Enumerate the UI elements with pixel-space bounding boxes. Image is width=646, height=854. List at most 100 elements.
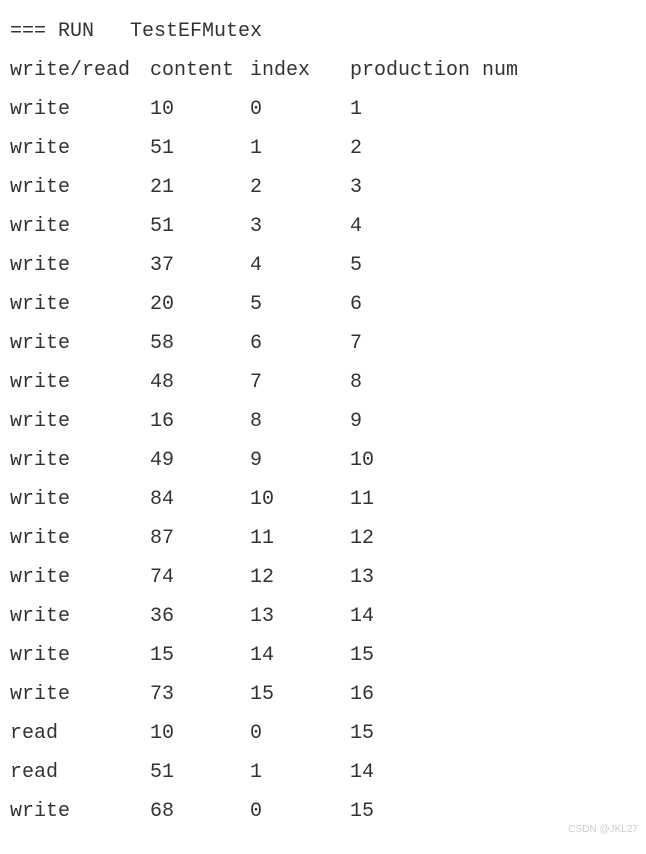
header-prod: production num <box>350 51 636 90</box>
cell-op: write <box>10 480 150 519</box>
table-row: write871112 <box>10 519 636 558</box>
table-row: write2056 <box>10 285 636 324</box>
cell-op: write <box>10 636 150 675</box>
cell-index: 6 <box>250 324 350 363</box>
cell-index: 2 <box>250 168 350 207</box>
table-row: write361314 <box>10 597 636 636</box>
cell-op: write <box>10 558 150 597</box>
cell-prod: 9 <box>350 402 636 441</box>
table-row: write741213 <box>10 558 636 597</box>
cell-content: 36 <box>150 597 250 636</box>
cell-index: 8 <box>250 402 350 441</box>
cell-index: 15 <box>250 675 350 714</box>
cell-content: 51 <box>150 129 250 168</box>
table-row: write5867 <box>10 324 636 363</box>
cell-index: 10 <box>250 480 350 519</box>
cell-op: write <box>10 168 150 207</box>
cell-content: 74 <box>150 558 250 597</box>
cell-op: read <box>10 753 150 792</box>
cell-content: 58 <box>150 324 250 363</box>
cell-index: 7 <box>250 363 350 402</box>
cell-index: 13 <box>250 597 350 636</box>
cell-op: write <box>10 90 150 129</box>
table-row: write5112 <box>10 129 636 168</box>
cell-content: 20 <box>150 285 250 324</box>
cell-index: 0 <box>250 714 350 753</box>
watermark: CSDN @JKL27 <box>568 820 638 840</box>
cell-prod: 3 <box>350 168 636 207</box>
cell-index: 12 <box>250 558 350 597</box>
table-row: write1001 <box>10 90 636 129</box>
table-row: write5134 <box>10 207 636 246</box>
cell-prod: 15 <box>350 714 636 753</box>
cell-content: 37 <box>150 246 250 285</box>
cell-prod: 4 <box>350 207 636 246</box>
cell-prod: 7 <box>350 324 636 363</box>
cell-index: 5 <box>250 285 350 324</box>
run-header: === RUN TestEFMutex <box>10 12 636 51</box>
cell-index: 3 <box>250 207 350 246</box>
header-content: content <box>150 51 250 90</box>
cell-op: read <box>10 714 150 753</box>
cell-op: write <box>10 207 150 246</box>
cell-prod: 5 <box>350 246 636 285</box>
cell-index: 0 <box>250 792 350 831</box>
cell-content: 68 <box>150 792 250 831</box>
cell-op: write <box>10 441 150 480</box>
cell-prod: 8 <box>350 363 636 402</box>
cell-index: 9 <box>250 441 350 480</box>
table-row: read51114 <box>10 753 636 792</box>
cell-index: 11 <box>250 519 350 558</box>
cell-content: 10 <box>150 90 250 129</box>
cell-index: 14 <box>250 636 350 675</box>
cell-index: 1 <box>250 129 350 168</box>
cell-op: write <box>10 675 150 714</box>
table-row: write1689 <box>10 402 636 441</box>
header-index: index <box>250 51 350 90</box>
cell-op: write <box>10 246 150 285</box>
cell-prod: 1 <box>350 90 636 129</box>
cell-index: 0 <box>250 90 350 129</box>
cell-prod: 14 <box>350 597 636 636</box>
cell-content: 73 <box>150 675 250 714</box>
cell-prod: 2 <box>350 129 636 168</box>
cell-op: write <box>10 597 150 636</box>
table-row: write4878 <box>10 363 636 402</box>
header-op: write/read <box>10 51 150 90</box>
cell-content: 16 <box>150 402 250 441</box>
cell-index: 1 <box>250 753 350 792</box>
cell-prod: 10 <box>350 441 636 480</box>
table-header: write/read content index production num <box>10 51 636 90</box>
cell-prod: 11 <box>350 480 636 519</box>
table-row: write2123 <box>10 168 636 207</box>
cell-content: 87 <box>150 519 250 558</box>
table-row: read10015 <box>10 714 636 753</box>
cell-prod: 12 <box>350 519 636 558</box>
table-row: write3745 <box>10 246 636 285</box>
cell-content: 48 <box>150 363 250 402</box>
cell-op: write <box>10 129 150 168</box>
cell-prod: 13 <box>350 558 636 597</box>
cell-content: 51 <box>150 753 250 792</box>
table-row: write68015 <box>10 792 636 831</box>
cell-prod: 14 <box>350 753 636 792</box>
table-row: write151415 <box>10 636 636 675</box>
cell-content: 51 <box>150 207 250 246</box>
cell-index: 4 <box>250 246 350 285</box>
cell-prod: 15 <box>350 636 636 675</box>
cell-op: write <box>10 285 150 324</box>
cell-content: 21 <box>150 168 250 207</box>
cell-op: write <box>10 363 150 402</box>
cell-op: write <box>10 792 150 831</box>
cell-op: write <box>10 519 150 558</box>
cell-prod: 6 <box>350 285 636 324</box>
cell-prod: 16 <box>350 675 636 714</box>
cell-content: 10 <box>150 714 250 753</box>
rows-container: write1001write5112write2123write5134writ… <box>10 90 636 831</box>
table-row: write841011 <box>10 480 636 519</box>
cell-content: 49 <box>150 441 250 480</box>
cell-content: 15 <box>150 636 250 675</box>
table-row: write731516 <box>10 675 636 714</box>
cell-op: write <box>10 324 150 363</box>
cell-content: 84 <box>150 480 250 519</box>
